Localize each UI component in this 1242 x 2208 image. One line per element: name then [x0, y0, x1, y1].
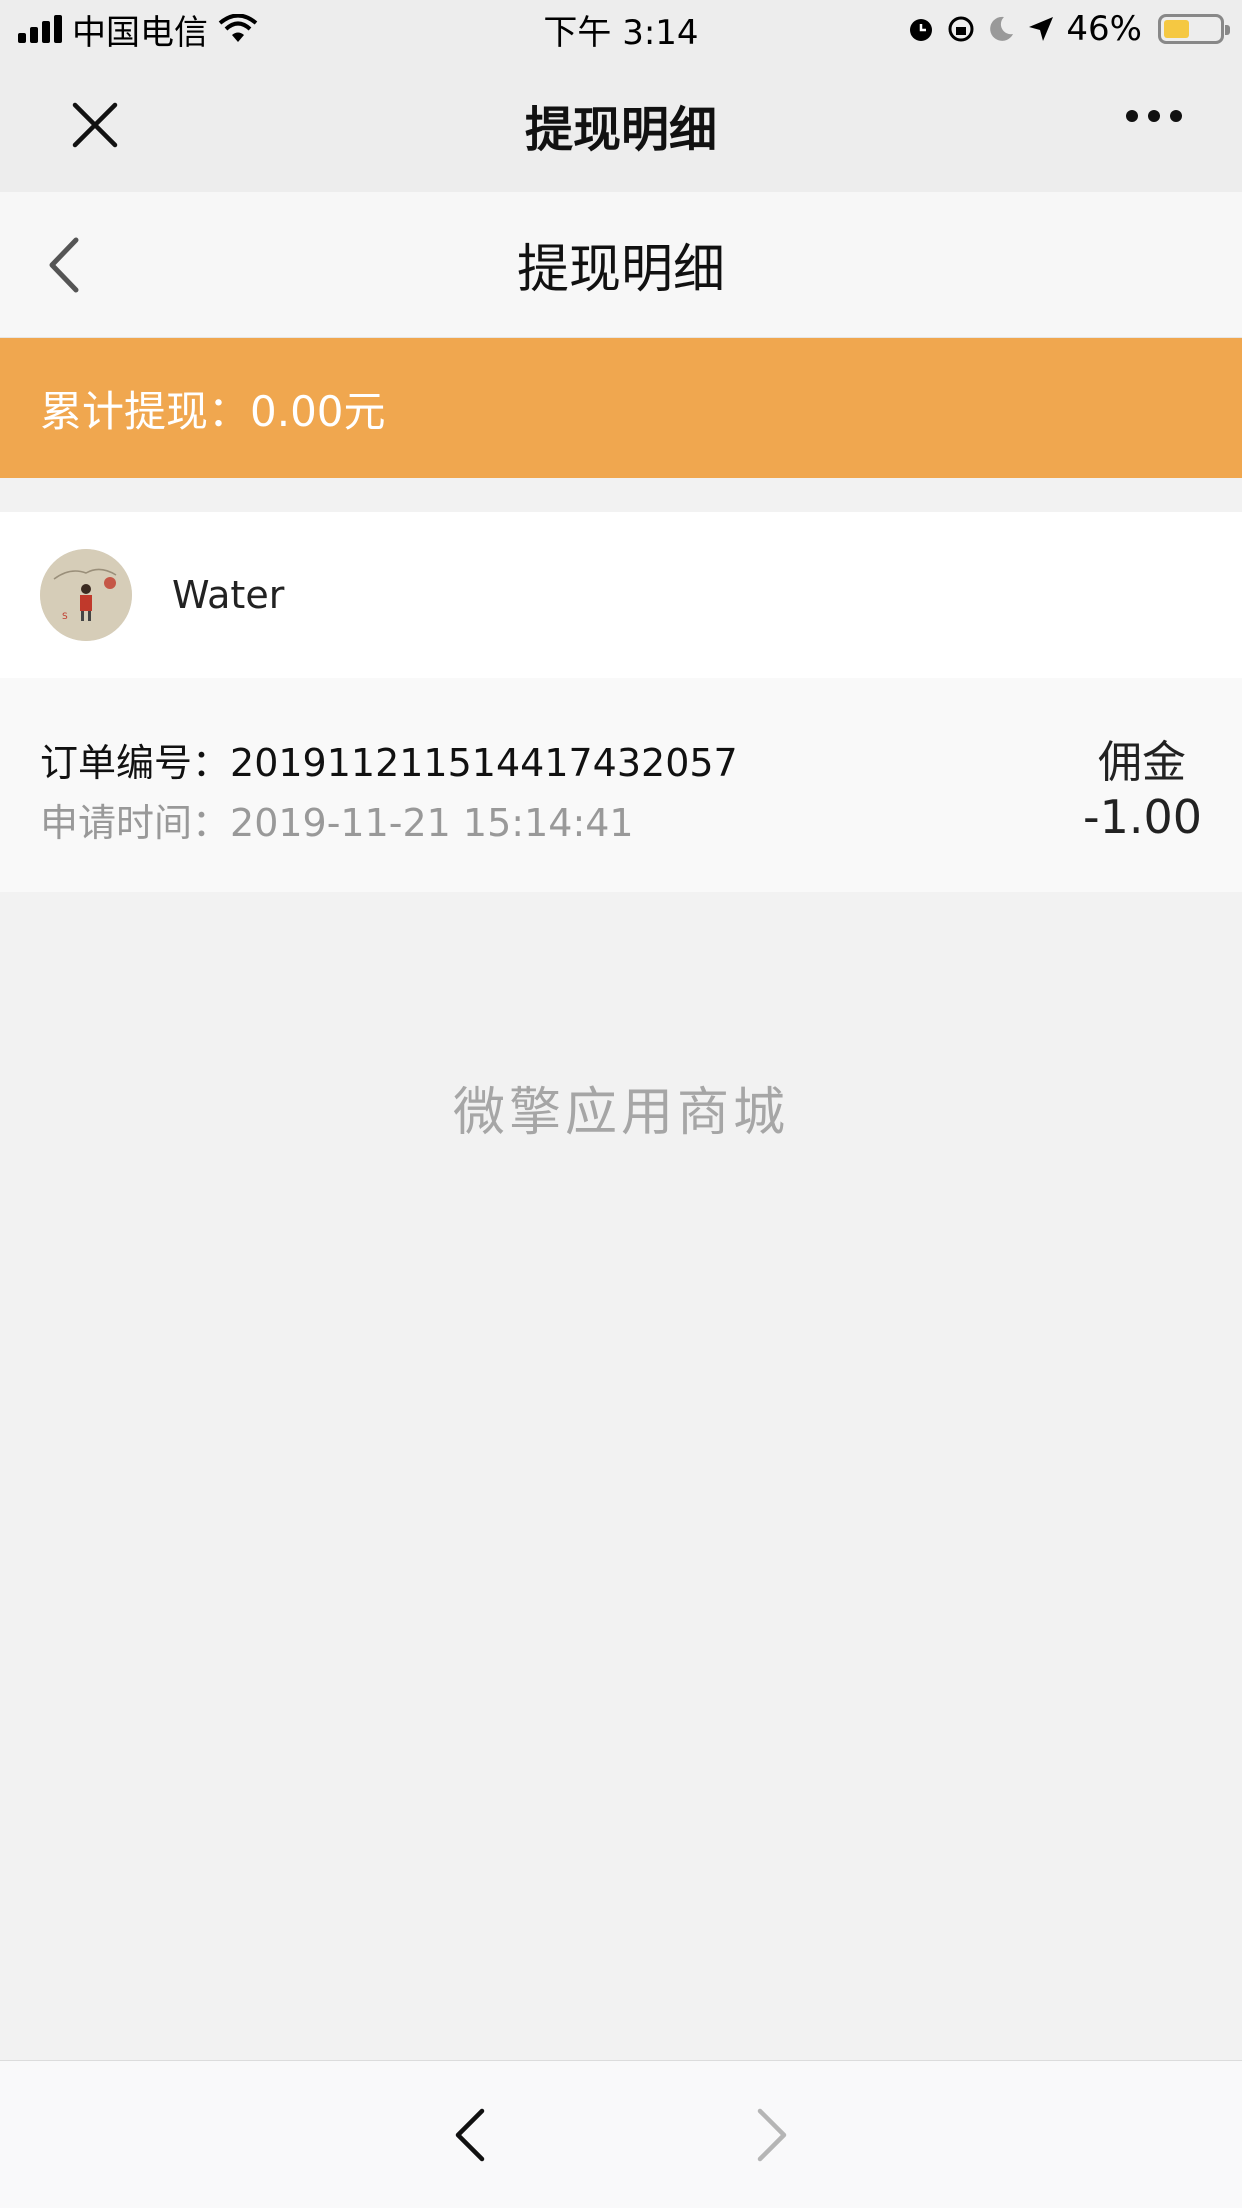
order-label: 订单编号：: [40, 741, 231, 785]
page-title: 提现明细: [516, 240, 725, 300]
record-type: 佣金: [1098, 737, 1186, 788]
signal-icon: [18, 15, 62, 43]
wifi-icon: [218, 14, 258, 42]
page-header: 提现明细: [0, 192, 1242, 338]
brand-footer: 微擎应用商城: [452, 1083, 789, 1143]
status-bar: 中国电信 下午 3:14 46%: [0, 0, 1242, 58]
moon-icon: [990, 16, 1014, 41]
time-label: 申请时间：: [40, 801, 231, 845]
avatar: S: [40, 549, 132, 641]
wechat-title: 提现明细: [524, 102, 717, 158]
battery-fill: [1164, 20, 1189, 38]
status-left: 中国电信: [18, 5, 258, 54]
withdraw-record[interactable]: 订单编号：201911211514417432057 申请时间：2019-11-…: [0, 678, 1242, 892]
user-name: Water: [172, 573, 285, 617]
location-icon: [1029, 17, 1054, 41]
bottom-nav: [0, 2060, 1242, 2208]
alarm-icon: [910, 19, 933, 41]
close-icon[interactable]: [70, 100, 120, 150]
withdraw-total-banner: 累计提现：0.00元: [0, 338, 1242, 478]
nav-forward-button[interactable]: [746, 2105, 796, 2165]
battery-icon: [1158, 14, 1230, 44]
wechat-header: 提现明细: [0, 58, 1242, 192]
nav-back-button[interactable]: [446, 2105, 496, 2165]
svg-text:S: S: [62, 612, 68, 622]
rotation-lock-icon: [948, 16, 974, 42]
record-amount: -1.00: [1082, 790, 1202, 844]
more-icon[interactable]: [1126, 110, 1182, 122]
battery-percent: 46%: [1066, 9, 1142, 49]
order-number-line: 订单编号：201911211514417432057: [40, 732, 738, 787]
status-right: 46%: [906, 9, 1230, 49]
apply-time-line: 申请时间：2019-11-21 15:14:41: [40, 792, 634, 847]
apply-time: 2019-11-21 15:14:41: [230, 801, 634, 845]
carrier-label: 中国电信: [72, 12, 208, 53]
back-button[interactable]: [40, 232, 90, 298]
withdraw-total-text: 累计提现：0.00元: [40, 386, 386, 436]
user-row: S Water: [0, 512, 1242, 678]
order-number: 201911211514417432057: [230, 741, 738, 785]
